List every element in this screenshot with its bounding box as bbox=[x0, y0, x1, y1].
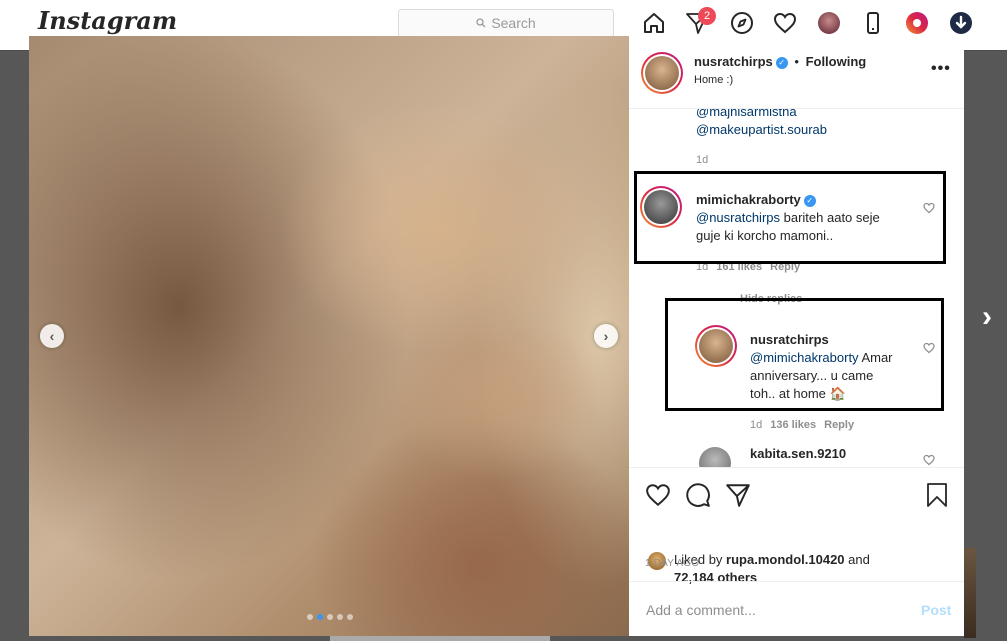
instagram-logo[interactable]: Instagram bbox=[38, 6, 177, 35]
activity-icon[interactable] bbox=[772, 10, 798, 36]
chevron-right-icon[interactable]: › bbox=[594, 324, 618, 348]
highlight-box-comment bbox=[634, 171, 946, 264]
reply: kabita.sen.9210 bbox=[750, 445, 846, 463]
post-header: nusratchirps ✓ • Following Home :) ••• bbox=[629, 36, 964, 109]
header-separator: • bbox=[794, 54, 799, 69]
save-icon[interactable] bbox=[925, 482, 949, 513]
replier-avatar[interactable] bbox=[697, 445, 733, 467]
notification-badge: 2 bbox=[698, 7, 716, 25]
add-comment-bar: Add a comment... Post bbox=[629, 581, 964, 637]
next-post-chevron-icon[interactable]: › bbox=[982, 300, 992, 334]
profile-icon[interactable] bbox=[816, 10, 842, 36]
carousel-indicator bbox=[307, 614, 353, 620]
reply-heart-icon[interactable] bbox=[923, 453, 935, 466]
download-icon[interactable] bbox=[948, 10, 974, 36]
post-date[interactable]: 1 DAY AGO bbox=[645, 558, 699, 569]
highlight-box-reply bbox=[665, 298, 944, 411]
caption-mention[interactable]: @majhisarmistha bbox=[696, 109, 797, 121]
author-username[interactable]: nusratchirps bbox=[694, 54, 773, 69]
caption-mention[interactable]: @makeupartist.sourab bbox=[696, 121, 827, 139]
search-box[interactable]: Search bbox=[398, 9, 614, 37]
reply-username[interactable]: kabita.sen.9210 bbox=[750, 446, 846, 461]
comment-icon[interactable] bbox=[685, 482, 711, 513]
add-comment-input[interactable]: Add a comment... bbox=[646, 602, 756, 618]
reply-meta: 1d 136 likes Reply bbox=[750, 419, 854, 431]
post-location[interactable]: Home :) bbox=[694, 74, 733, 86]
post-photo[interactable]: ‹ › bbox=[29, 36, 629, 636]
comments-list[interactable]: @majhisarmistha @makeupartist.sourab 1d … bbox=[629, 109, 964, 467]
phone-icon[interactable] bbox=[860, 10, 886, 36]
post-comment-button[interactable]: Post bbox=[921, 602, 951, 618]
home-icon[interactable] bbox=[641, 10, 667, 36]
liked-by-user[interactable]: rupa.mondol.10420 bbox=[726, 552, 844, 567]
scroll-strip bbox=[330, 636, 550, 641]
search-icon bbox=[476, 15, 486, 31]
reply-button[interactable]: Reply bbox=[824, 419, 854, 431]
carousel-dot-active bbox=[317, 614, 323, 620]
liked-by-text: Liked by rupa.mondol.10420 and bbox=[674, 551, 870, 569]
search-placeholder: Search bbox=[491, 15, 536, 31]
explore-icon[interactable] bbox=[729, 10, 755, 36]
verified-icon: ✓ bbox=[775, 56, 788, 69]
following-button[interactable]: Following bbox=[806, 54, 867, 69]
caption-time: 1d bbox=[696, 154, 709, 166]
share-icon[interactable] bbox=[725, 482, 751, 513]
author-avatar[interactable] bbox=[641, 52, 683, 94]
extension-icon[interactable] bbox=[904, 10, 930, 36]
reply-time: 1d bbox=[750, 419, 763, 431]
chevron-left-icon[interactable]: ‹ bbox=[40, 324, 64, 348]
carousel-dot bbox=[337, 614, 343, 620]
more-options-icon[interactable]: ••• bbox=[931, 60, 951, 78]
next-post-thumbnail[interactable] bbox=[964, 548, 976, 638]
heart-icon[interactable] bbox=[645, 482, 671, 513]
carousel-dot bbox=[307, 614, 313, 620]
reply-likes[interactable]: 136 likes bbox=[770, 419, 816, 431]
carousel-dot bbox=[327, 614, 333, 620]
carousel-dot bbox=[347, 614, 353, 620]
liked-by-and: and bbox=[844, 552, 870, 567]
